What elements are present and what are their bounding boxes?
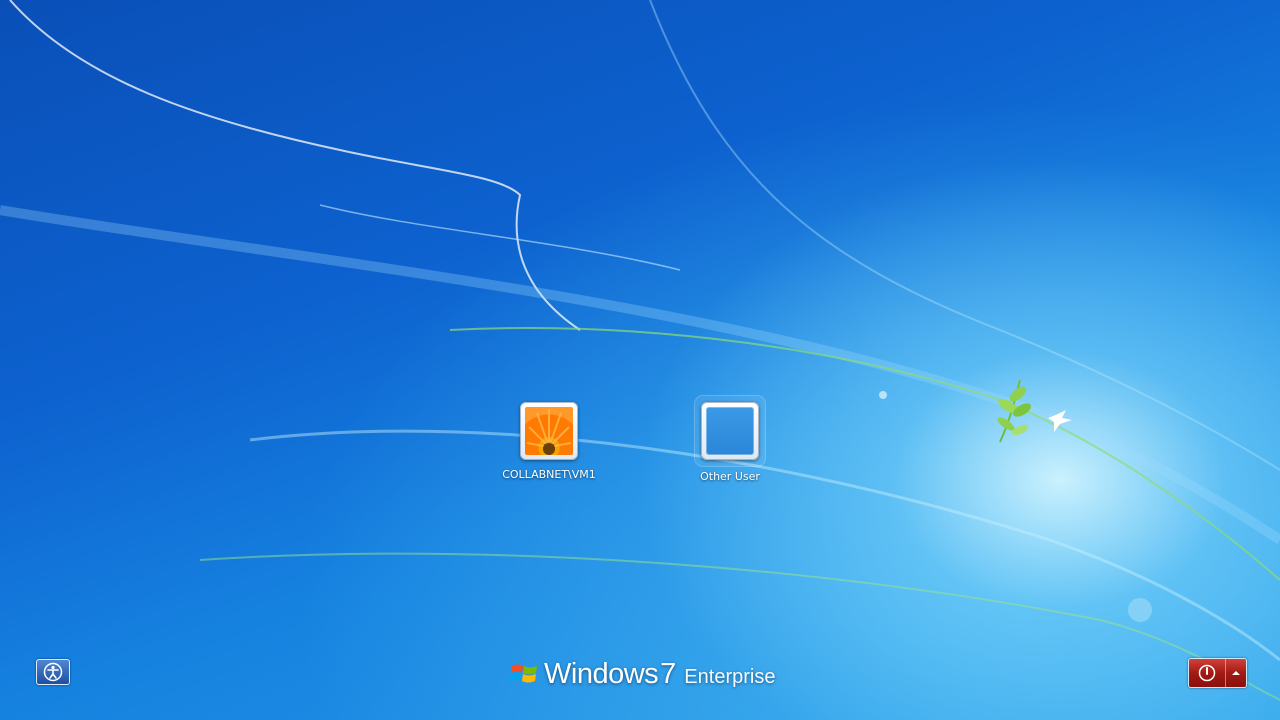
brand-name: Windows <box>544 657 659 690</box>
blank-user-picture <box>706 407 754 455</box>
user-name[interactable]: COLLABNET\VM1 <box>489 468 609 481</box>
windows-branding: Windows 7 Enterprise <box>510 654 775 694</box>
shutdown-control <box>1188 658 1247 688</box>
user-tile-collabnet-vm1[interactable]: COLLABNET\VM1 <box>489 402 609 481</box>
orange-flower-picture <box>525 407 573 455</box>
shutdown-options-button[interactable] <box>1226 659 1246 687</box>
chevron-up-icon <box>1232 671 1240 675</box>
ease-of-access-icon <box>43 662 63 682</box>
user-picture-frame[interactable] <box>520 402 578 460</box>
ease-of-access-button[interactable] <box>36 659 70 685</box>
shutdown-button[interactable] <box>1189 659 1226 687</box>
power-icon <box>1198 664 1216 682</box>
wallpaper-swooshes <box>0 0 1280 701</box>
user-name[interactable]: Other User <box>670 470 790 483</box>
selection-halo[interactable] <box>695 396 765 466</box>
user-tile-other-user[interactable]: Other User <box>670 396 790 483</box>
user-picture-frame[interactable] <box>701 402 759 460</box>
brand-edition: Enterprise <box>684 665 776 688</box>
brand-version: 7 <box>660 657 677 690</box>
windows-logo-icon <box>510 664 537 683</box>
